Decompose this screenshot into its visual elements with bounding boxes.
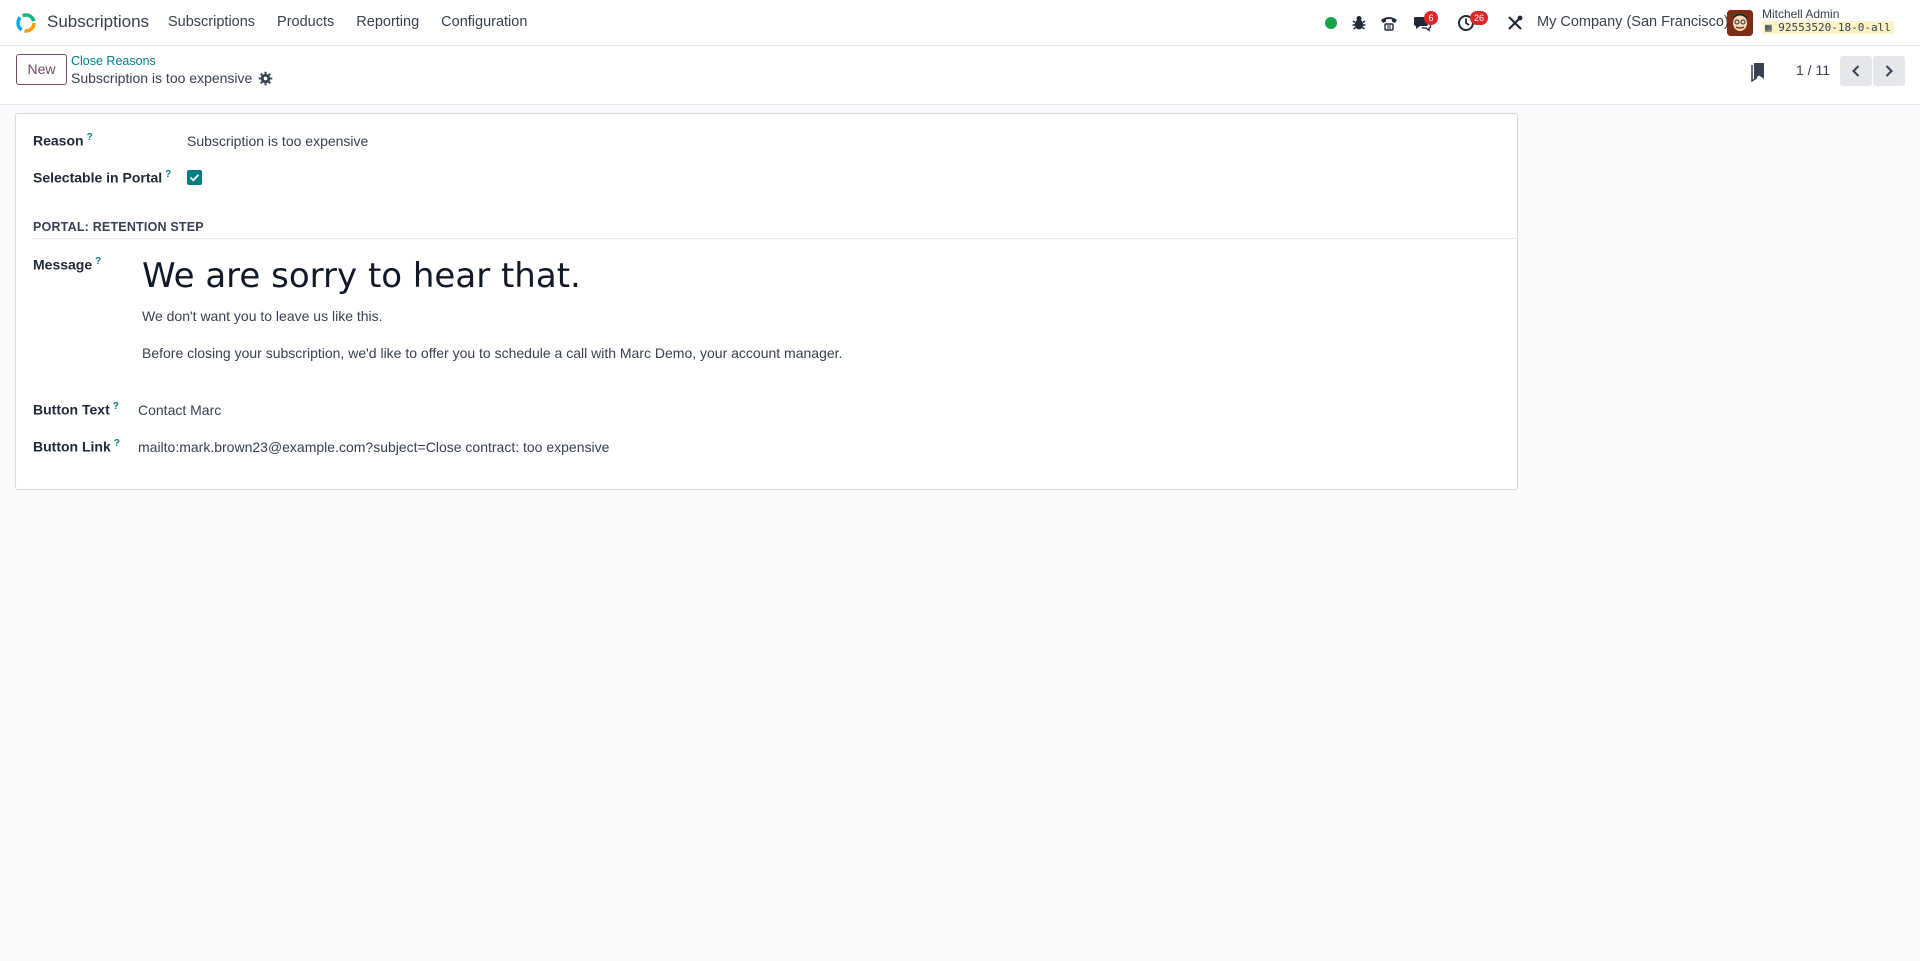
presence-status-icon[interactable] — [1325, 17, 1337, 29]
button-link-label-text: Button Link — [33, 438, 111, 455]
portal-label: Selectable in Portal? — [33, 169, 171, 186]
bookmark-icon[interactable] — [1750, 62, 1767, 82]
button-link-field[interactable]: mailto:mark.brown23@example.com?subject=… — [138, 439, 609, 455]
company-switcher[interactable]: My Company (San Francisco) — [1537, 14, 1729, 30]
pager-value[interactable]: 1 / 11 — [1796, 62, 1830, 78]
menu-item-reporting[interactable]: Reporting — [356, 14, 419, 30]
chevron-right-icon — [1885, 65, 1893, 77]
user-avatar-image-icon — [1727, 10, 1753, 36]
top-navbar: Subscriptions Subscriptions Products Rep… — [0, 0, 1920, 46]
section-title: PORTAL: RETENTION STEP — [33, 220, 204, 234]
pager-previous-button[interactable] — [1840, 56, 1872, 86]
help-tooltip-icon[interactable]: ? — [113, 401, 119, 412]
gear-icon[interactable] — [258, 71, 273, 86]
reason-label: Reason? — [33, 132, 93, 149]
help-tooltip-icon[interactable]: ? — [165, 169, 171, 180]
main-menu: Subscriptions Products Reporting Configu… — [168, 14, 549, 30]
app-name[interactable]: Subscriptions — [47, 12, 149, 32]
chat-count-badge: 6 — [1424, 11, 1438, 25]
database-name-text: 92553520-18-0-all — [1778, 21, 1891, 34]
button-text-label: Button Text? — [33, 401, 119, 418]
reason-field[interactable]: Subscription is too expensive — [187, 133, 368, 149]
form-sheet: Reason? Subscription is too expensive Se… — [15, 113, 1518, 490]
breadcrumb-close-reasons[interactable]: Close Reasons — [71, 54, 156, 68]
pager-next-button[interactable] — [1873, 56, 1905, 86]
control-panel: New Close Reasons Subscription is too ex… — [0, 47, 1920, 105]
menu-item-subscriptions[interactable]: Subscriptions — [168, 14, 255, 30]
selectable-in-portal-checkbox[interactable] — [187, 170, 202, 185]
message-label: Message? — [33, 256, 101, 273]
record-title: Subscription is too expensive — [71, 70, 253, 86]
menu-item-products[interactable]: Products — [277, 14, 334, 30]
debug-bug-icon[interactable] — [1349, 13, 1369, 33]
section-divider — [33, 238, 1518, 239]
button-text-field[interactable]: Contact Marc — [138, 402, 221, 418]
activity-count-badge: 26 — [1470, 11, 1489, 25]
portal-label-text: Selectable in Portal — [33, 169, 163, 186]
checkmark-icon — [189, 174, 200, 182]
app-logo-icon[interactable] — [15, 12, 37, 34]
tools-icon[interactable] — [1505, 13, 1525, 33]
user-name[interactable]: Mitchell Admin — [1762, 7, 1839, 21]
help-tooltip-icon[interactable]: ? — [114, 438, 120, 449]
message-heading: We are sorry to hear that. — [142, 256, 581, 296]
menu-item-configuration[interactable]: Configuration — [441, 14, 527, 30]
phone-icon[interactable] — [1379, 13, 1399, 33]
user-avatar[interactable] — [1727, 10, 1753, 36]
message-paragraph-1: We don't want you to leave us like this. — [142, 308, 383, 324]
button-link-label: Button Link? — [33, 438, 120, 455]
message-label-text: Message — [33, 256, 93, 273]
database-name: ▦ 92553520-18-0-all — [1762, 21, 1894, 34]
new-button[interactable]: New — [16, 54, 67, 85]
help-tooltip-icon[interactable]: ? — [95, 256, 101, 267]
message-paragraph-2: Before closing your subscription, we'd l… — [142, 345, 843, 361]
help-tooltip-icon[interactable]: ? — [87, 132, 93, 143]
reason-label-text: Reason — [33, 132, 84, 149]
button-text-label-text: Button Text — [33, 401, 110, 418]
chevron-left-icon — [1852, 65, 1860, 77]
